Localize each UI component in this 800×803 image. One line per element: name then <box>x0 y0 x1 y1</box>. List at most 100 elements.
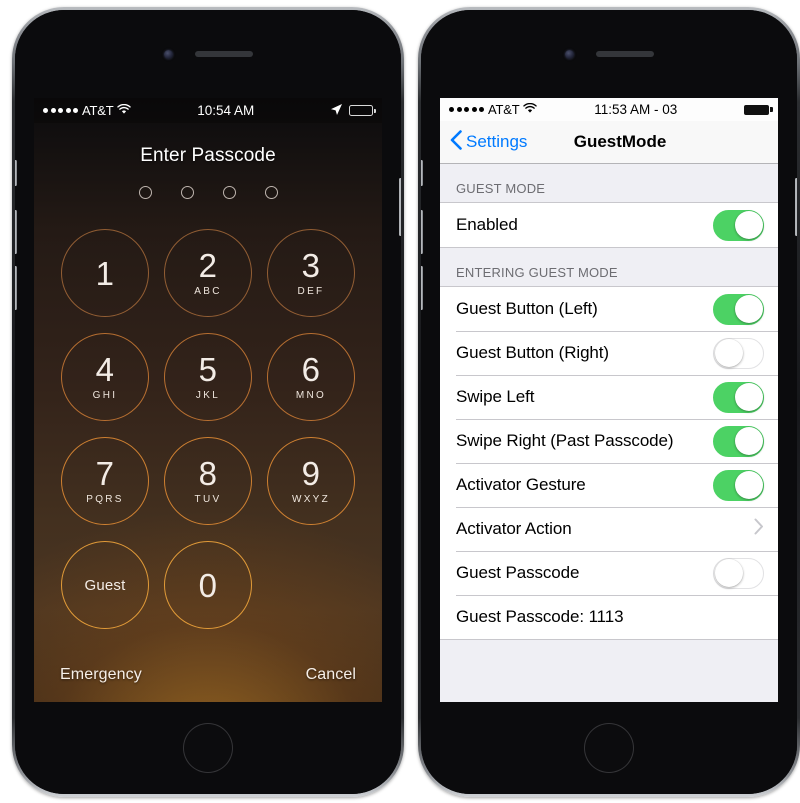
settings-row-guest-passcode-1113: Guest Passcode: 1113 <box>440 595 778 639</box>
passcode-dots <box>138 186 278 199</box>
volume-down-button[interactable] <box>15 266 17 310</box>
keypad-key-number: 6 <box>301 351 321 388</box>
settings-row-enabled[interactable]: Enabled <box>440 203 778 247</box>
home-button[interactable] <box>183 723 233 773</box>
settings-group: Guest Button (Left) Guest Button (Right) S… <box>440 286 778 640</box>
keypad-key-1[interactable]: 1 <box>61 229 149 317</box>
volume-up-button[interactable] <box>15 210 17 254</box>
keypad-key-number: 1 <box>95 254 115 292</box>
keypad-key-number: 4 <box>95 351 115 388</box>
toggle-knob <box>714 559 743 587</box>
keypad-key-6[interactable]: 6 MNO <box>267 333 355 421</box>
back-button[interactable]: Settings <box>450 129 528 155</box>
settings-row-swipe-left[interactable]: Swipe Left <box>440 375 778 419</box>
keypad-key-letters: MNO <box>295 390 327 401</box>
lock-screen-footer: Emergency Cancel <box>34 666 382 702</box>
toggle-switch-guest-passcode[interactable] <box>713 557 764 589</box>
page-title: Enter Passcode <box>140 145 276 166</box>
settings-row-label: Activator Action <box>456 519 572 538</box>
settings-row-swipe-right-past-passcode[interactable]: Swipe Right (Past Passcode) <box>440 419 778 463</box>
keypad-key-7[interactable]: 7 PQRS <box>61 437 149 525</box>
status-bar-right: AT&T 11:53 AM - 03 <box>440 98 778 121</box>
toggle-switch-enabled[interactable] <box>713 209 764 241</box>
keypad-key-number: 5 <box>198 351 218 388</box>
keypad-key-3[interactable]: 3 DEF <box>267 229 355 317</box>
settings-row-label: Swipe Right (Past Passcode) <box>456 431 674 450</box>
passcode-dot <box>222 186 236 199</box>
iphone-device-right: AT&T 11:53 AM - 03 Settings GuestMode GU… <box>418 7 800 797</box>
earpiece-speaker <box>595 51 654 57</box>
power-button[interactable] <box>399 178 401 236</box>
keypad-key-letters: JKL <box>195 390 221 401</box>
chevron-left-icon <box>450 129 462 155</box>
status-bar-left-group: AT&T <box>449 102 538 117</box>
toggle-knob <box>734 383 763 411</box>
battery-icon <box>349 105 376 116</box>
toggle-switch-swipe-left[interactable] <box>713 381 764 413</box>
keypad-key-letters: PQRS <box>86 494 124 505</box>
power-button-right[interactable] <box>795 178 797 236</box>
settings-row-guest-button-right[interactable]: Guest Button (Right) <box>440 331 778 375</box>
guestmode-settings-screen: AT&T 11:53 AM - 03 Settings GuestMode GU… <box>440 98 778 702</box>
clock-label: 10:54 AM <box>197 103 255 118</box>
settings-row-activator-action[interactable]: Activator Action <box>440 507 778 551</box>
keypad-key-letters: ABC <box>194 286 222 297</box>
keypad-key-number: 8 <box>198 455 218 492</box>
carrier-label: AT&T <box>488 102 520 117</box>
keypad-key-letters: DEF <box>297 286 325 297</box>
keypad-key-letters: WXYZ <box>291 494 331 505</box>
volume-up-button-right[interactable] <box>421 210 423 254</box>
keypad-key-0[interactable]: 0 <box>164 541 252 629</box>
keypad-key-guest[interactable]: Guest <box>61 541 149 629</box>
toggle-knob <box>714 339 743 367</box>
keypad-key-5[interactable]: 5 JKL <box>164 333 252 421</box>
cancel-button[interactable]: Cancel <box>306 666 356 684</box>
emergency-button[interactable]: Emergency <box>60 666 142 684</box>
toggle-switch-activator-gesture[interactable] <box>713 469 764 501</box>
passcode-dot <box>180 186 194 199</box>
back-button-label: Settings <box>466 132 528 151</box>
volume-down-button-right[interactable] <box>421 266 423 310</box>
keypad-key-8[interactable]: 8 TUV <box>164 437 252 525</box>
lock-screen-body: Enter Passcode 1 2 ABC 3 DEF 4 GHI 5 JKL 6 MNO 7 PQR… <box>34 123 382 702</box>
status-bar-right-group <box>744 104 773 115</box>
keypad-key-2[interactable]: 2 ABC <box>164 229 252 317</box>
home-button-area-left <box>15 702 401 794</box>
status-bar-left-group: AT&T <box>43 103 132 118</box>
toggle-knob <box>734 471 763 499</box>
toggle-knob <box>734 211 763 239</box>
settings-row-label: Guest Button (Right) <box>456 343 609 362</box>
status-bar-right-group <box>330 103 376 119</box>
keypad-key-letters: GHI <box>92 390 118 401</box>
chevron-right-icon <box>754 518 764 540</box>
screen-right: AT&T 11:53 AM - 03 Settings GuestMode GU… <box>440 98 778 702</box>
toggle-knob <box>734 295 763 323</box>
passcode-keypad: 1 2 ABC 3 DEF 4 GHI 5 JKL 6 MNO 7 PQRS 8 TUV 9 WXYZ Guest… <box>61 229 355 629</box>
toggle-switch-guest-button-right[interactable] <box>713 337 764 369</box>
keypad-key-letters: TUV <box>194 494 222 505</box>
keypad-key-number: 7 <box>95 455 115 492</box>
screen-left: AT&T 10:54 AM Enter Passcode 1 2 ABC 3 D… <box>34 98 382 702</box>
mute-switch-right[interactable] <box>421 160 423 186</box>
front-camera-icon <box>163 49 173 59</box>
keypad-key-number: 3 <box>301 247 321 284</box>
lock-screen: AT&T 10:54 AM Enter Passcode 1 2 ABC 3 D… <box>34 98 382 702</box>
location-arrow-icon <box>330 103 343 119</box>
toggle-switch-guest-button-left[interactable] <box>713 293 764 325</box>
toggle-switch-swipe-right-past-passcode[interactable] <box>713 425 764 457</box>
mute-switch[interactable] <box>15 160 17 186</box>
keypad-key-4[interactable]: 4 GHI <box>61 333 149 421</box>
toggle-knob <box>734 427 763 455</box>
keypad-key-9[interactable]: 9 WXYZ <box>267 437 355 525</box>
settings-row-activator-gesture[interactable]: Activator Gesture <box>440 463 778 507</box>
settings-row-guest-button-left[interactable]: Guest Button (Left) <box>440 287 778 331</box>
keypad-key-number: 9 <box>301 455 321 492</box>
earpiece-speaker <box>194 51 253 57</box>
settings-row-label: Swipe Left <box>456 387 535 406</box>
home-button[interactable] <box>584 723 634 773</box>
section-header: ENTERING GUEST MODE <box>440 248 778 286</box>
device-sensor-area-left <box>15 10 401 98</box>
settings-group: Enabled <box>440 202 778 248</box>
section-header: GUEST MODE <box>440 164 778 202</box>
settings-row-guest-passcode[interactable]: Guest Passcode <box>440 551 778 595</box>
